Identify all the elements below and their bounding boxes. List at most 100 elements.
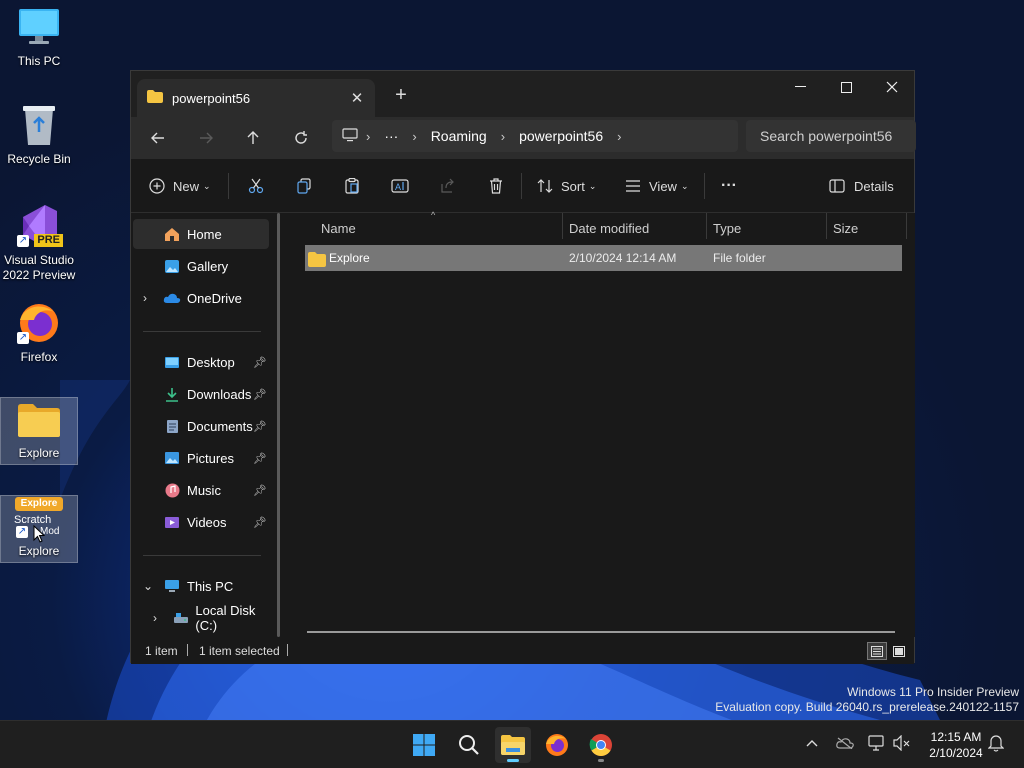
large-icons-view-button[interactable] (889, 642, 909, 660)
column-header-size[interactable]: Size (833, 213, 858, 243)
toolbar-divider (704, 173, 705, 199)
more-options-button[interactable]: ··· (717, 171, 741, 201)
column-header-date[interactable]: Date modified (569, 213, 649, 243)
paste-button[interactable] (341, 171, 363, 201)
volume-muted-icon[interactable] (893, 734, 911, 754)
sidebar-item-label: Documents (187, 418, 253, 434)
desktop-icon-firefox[interactable]: ↗ Firefox (0, 300, 78, 368)
back-button[interactable] (143, 123, 173, 153)
document-icon (163, 418, 181, 434)
refresh-button[interactable] (286, 123, 316, 153)
chevron-right-icon: › (500, 128, 506, 144)
sidebar-divider (143, 331, 261, 332)
pin-icon: 📌︎ (253, 388, 267, 401)
chevron-right-icon[interactable]: › (143, 291, 147, 305)
taskbar-file-explorer[interactable] (495, 727, 531, 763)
forward-button[interactable] (191, 123, 221, 153)
sidebar-item-gallery[interactable]: Gallery (133, 251, 269, 281)
sidebar-item-downloads[interactable]: Downloads 📌︎ (133, 379, 269, 409)
sidebar-divider (143, 555, 261, 556)
minimize-button[interactable] (777, 71, 823, 103)
sidebar-item-documents[interactable]: Documents 📌︎ (133, 411, 269, 441)
arrow-up-icon (247, 131, 259, 144)
desktop-icon (163, 354, 181, 370)
notification-bell-icon[interactable] (987, 734, 1005, 755)
chevron-right-icon[interactable]: › (617, 129, 621, 144)
chevron-up-icon[interactable] (806, 735, 818, 750)
sidebar-item-onedrive[interactable]: › OneDrive (133, 283, 269, 313)
system-clock[interactable]: 12:15 AM 2/10/2024 (922, 729, 990, 761)
pin-icon: 📌︎ (253, 452, 267, 465)
music-icon (163, 482, 181, 498)
column-divider[interactable] (906, 213, 907, 239)
sidebar-item-pictures[interactable]: Pictures 📌︎ (133, 443, 269, 473)
sidebar-item-home[interactable]: Home (133, 219, 269, 249)
details-view-button[interactable] (867, 642, 887, 660)
taskbar-firefox[interactable] (539, 727, 575, 763)
close-button[interactable] (869, 71, 915, 103)
firefox-icon (546, 734, 568, 756)
title-bar[interactable]: powerpoint56 ✕ + (131, 71, 914, 117)
column-divider[interactable] (706, 213, 707, 239)
new-tab-button[interactable]: + (389, 84, 413, 107)
breadcrumb-powerpoint56[interactable]: powerpoint56 (519, 128, 603, 144)
maximize-button[interactable] (823, 71, 869, 103)
breadcrumb-roaming[interactable]: Roaming (431, 128, 487, 144)
rename-button[interactable]: A (389, 171, 411, 201)
sidebar-item-videos[interactable]: Videos 📌︎ (133, 507, 269, 537)
sidebar-item-this-pc[interactable]: ⌄ This PC (133, 571, 269, 601)
tab-powerpoint56[interactable]: powerpoint56 ✕ (137, 79, 375, 117)
sort-up-indicator-icon: ^ (431, 210, 436, 220)
clipboard-icon (345, 178, 359, 194)
horizontal-scrollbar[interactable] (307, 631, 895, 633)
details-button-label: Details (854, 178, 894, 194)
toolbar-divider (521, 173, 522, 199)
sidebar-item-music[interactable]: Music 📌︎ (133, 475, 269, 505)
taskbar-chrome[interactable] (583, 727, 619, 763)
shortcut-arrow-icon: ↗ (17, 332, 29, 344)
share-button[interactable] (437, 171, 459, 201)
desktop-icon-recycle-bin[interactable]: Recycle Bin (0, 102, 78, 170)
column-divider[interactable] (826, 213, 827, 239)
cut-button[interactable] (245, 171, 267, 201)
chevron-down-icon[interactable]: ⌄ (143, 579, 153, 593)
onedrive-offline-icon[interactable] (836, 737, 854, 752)
windows-logo-icon (413, 734, 435, 756)
copy-button[interactable] (293, 171, 315, 201)
sidebar-scrollbar[interactable] (277, 213, 280, 637)
network-icon[interactable] (868, 735, 886, 754)
sidebar-item-label: OneDrive (187, 290, 242, 306)
search-input[interactable]: Search powerpoint56 (746, 120, 916, 152)
refresh-icon (295, 131, 307, 144)
desktop-icon-this-pc[interactable]: This PC (0, 4, 78, 72)
start-button[interactable] (406, 727, 442, 763)
chevron-down-icon: ⌄ (588, 180, 597, 191)
details-pane-button[interactable]: Details (829, 171, 894, 201)
desktop-icon-visual-studio[interactable]: ↗ PRE Visual Studio 2022 Preview (0, 200, 78, 286)
onedrive-cloud-icon (163, 290, 181, 306)
new-button[interactable]: New ⌄ (149, 171, 211, 201)
preview-badge: PRE (34, 234, 63, 247)
view-button[interactable]: View ⌄ (625, 171, 689, 201)
tab-close-icon[interactable]: ✕ (345, 89, 369, 107)
computer-icon (163, 578, 181, 594)
up-button[interactable] (238, 123, 268, 153)
table-row[interactable]: Explore 2/10/2024 12:14 AM File folder (305, 245, 902, 271)
file-explorer-window[interactable]: powerpoint56 ✕ + › ··· › Roaming › power… (130, 70, 916, 664)
delete-button[interactable] (485, 171, 507, 201)
picture-icon (163, 450, 181, 466)
search-button[interactable] (451, 727, 487, 763)
plus-circle-icon (149, 178, 165, 194)
chevron-right-icon[interactable]: › (153, 611, 157, 625)
taskbar: 12:15 AM 2/10/2024 (0, 720, 1024, 768)
column-header-type[interactable]: Type (713, 213, 741, 243)
desktop-icon-explore-folder[interactable]: Explore (0, 397, 78, 465)
breadcrumb-more[interactable]: ··· (384, 128, 398, 144)
sort-button[interactable]: Sort ⌄ (537, 171, 596, 201)
address-bar[interactable]: › ··· › Roaming › powerpoint56 › (332, 120, 738, 152)
column-header-name[interactable]: Name (321, 213, 356, 243)
sidebar-item-desktop[interactable]: Desktop 📌︎ (133, 347, 269, 377)
windows-watermark: Windows 11 Pro Insider Preview Evaluatio… (715, 685, 1019, 715)
sidebar-item-local-disk[interactable]: › Local Disk (C:) (133, 603, 273, 633)
column-divider[interactable] (562, 213, 563, 239)
